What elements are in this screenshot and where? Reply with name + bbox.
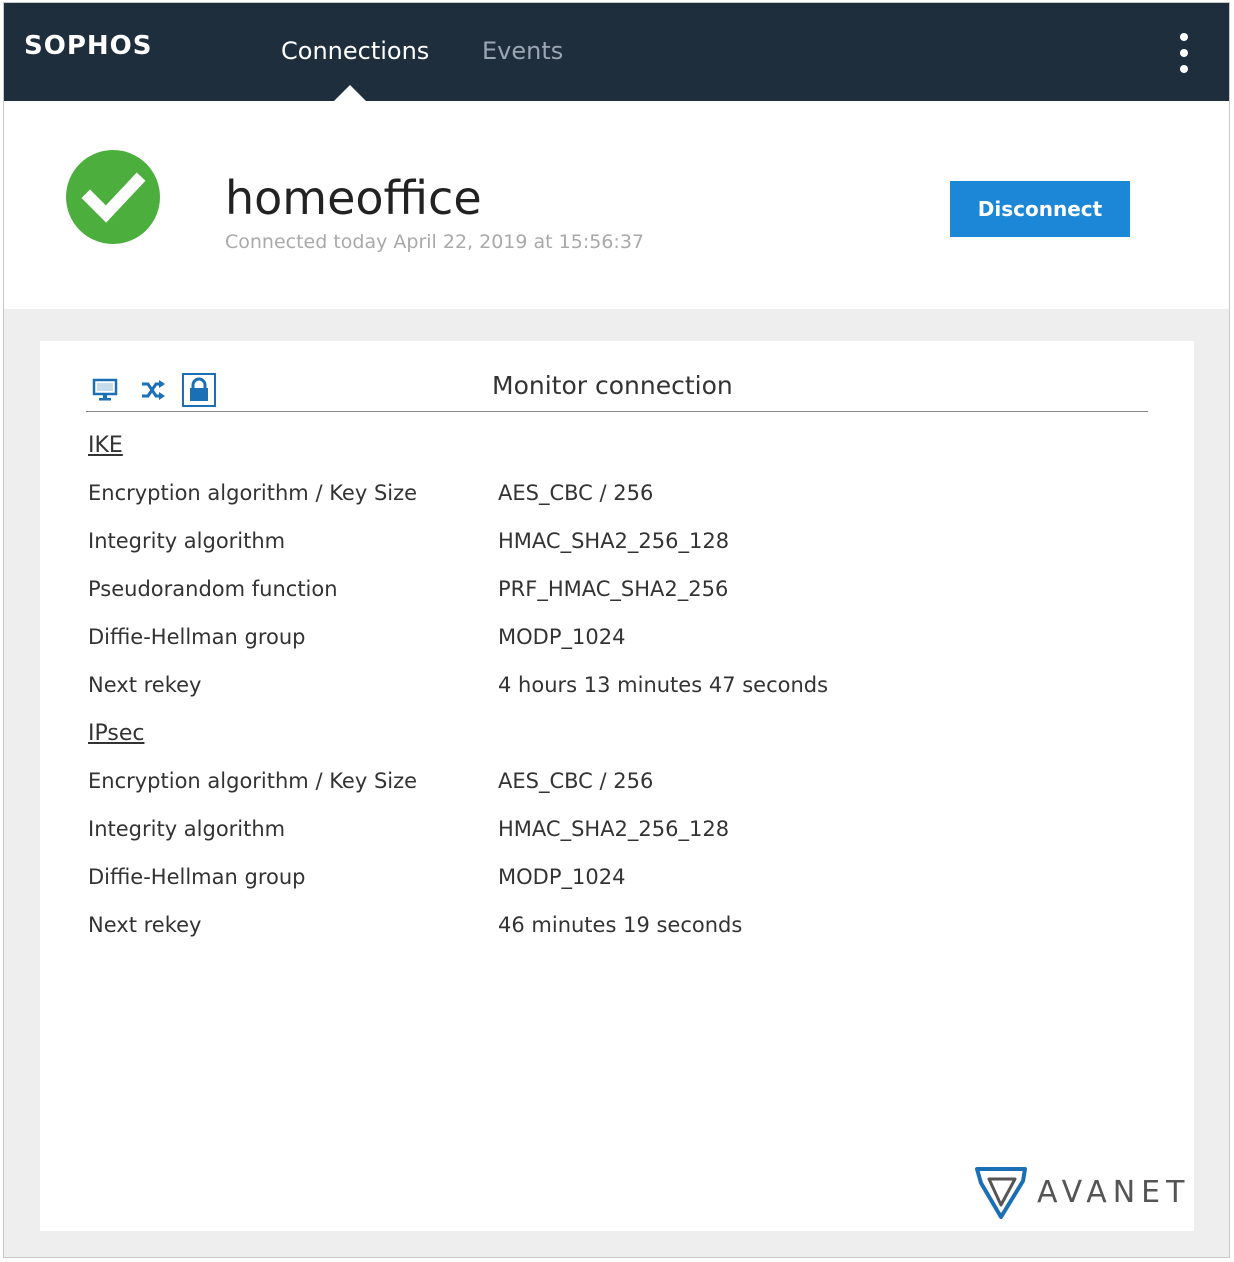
connection-name: homeoffice: [225, 171, 482, 225]
ike-row-label: Next rekey: [88, 673, 202, 697]
monitor-icon[interactable]: [88, 373, 122, 407]
title-divider: [86, 411, 1148, 412]
ike-row-value: HMAC_SHA2_256_128: [498, 529, 730, 553]
connected-check-icon: [66, 150, 160, 244]
section-heading-ike[interactable]: IKE: [88, 433, 123, 458]
ipsec-row-value: HMAC_SHA2_256_128: [498, 817, 730, 841]
top-navigation-bar: SOPHOS Connections Events: [4, 3, 1229, 101]
connection-header: homeoffice Connected today April 22, 201…: [4, 101, 1229, 309]
monitor-title: Monitor connection: [492, 371, 733, 400]
monitor-connection-panel: Monitor connection IKE Encryption algori…: [40, 341, 1194, 1231]
tab-events[interactable]: Events: [482, 37, 563, 65]
disconnect-button[interactable]: Disconnect: [950, 181, 1130, 237]
shuffle-icon[interactable]: [136, 373, 170, 407]
ike-row-label: Integrity algorithm: [88, 529, 286, 553]
vpn-client-window: SOPHOS Connections Events homeoffice Con…: [3, 2, 1230, 1258]
active-tab-indicator: [334, 85, 366, 101]
ipsec-row-value: 46 minutes 19 seconds: [498, 913, 743, 937]
tab-connections[interactable]: Connections: [281, 37, 429, 65]
ipsec-row-value: AES_CBC / 256: [498, 769, 654, 793]
section-heading-ipsec[interactable]: IPsec: [88, 721, 144, 746]
lock-icon[interactable]: [182, 373, 216, 407]
ipsec-row-value: MODP_1024: [498, 865, 626, 889]
ipsec-row-label: Integrity algorithm: [88, 817, 286, 841]
ike-row-label: Pseudorandom function: [88, 577, 338, 601]
ike-row-value: 4 hours 13 minutes 47 seconds: [498, 673, 829, 697]
avanet-watermark: AVANET: [975, 1164, 1190, 1220]
ipsec-row-label: Next rekey: [88, 913, 202, 937]
ike-row-value: AES_CBC / 256: [498, 481, 654, 505]
sophos-logo: SOPHOS: [24, 31, 153, 61]
more-options-icon[interactable]: [1174, 33, 1194, 73]
ipsec-row-label: Encryption algorithm / Key Size: [88, 769, 418, 793]
ike-row-value: MODP_1024: [498, 625, 626, 649]
ike-row-label: Diffie-Hellman group: [88, 625, 306, 649]
ike-row-label: Encryption algorithm / Key Size: [88, 481, 418, 505]
watermark-text: AVANET: [1037, 1174, 1191, 1210]
ike-row-value: PRF_HMAC_SHA2_256: [498, 577, 729, 601]
avanet-logo-icon: [975, 1167, 1027, 1219]
connection-timestamp: Connected today April 22, 2019 at 15:56:…: [225, 231, 644, 253]
ipsec-row-label: Diffie-Hellman group: [88, 865, 306, 889]
